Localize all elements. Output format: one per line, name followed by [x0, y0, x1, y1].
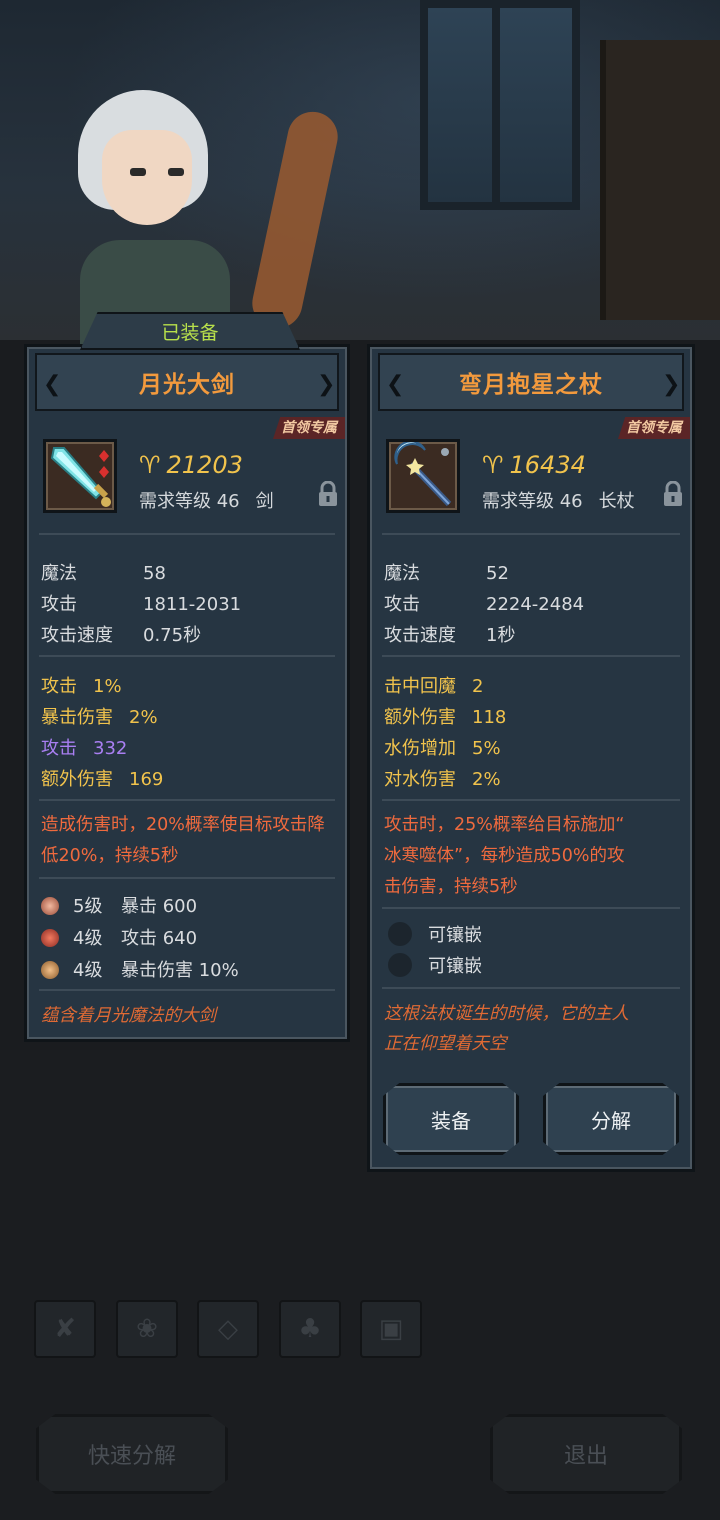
panel-header: ❮ 弯月抱星之杖 ❯ — [378, 353, 684, 411]
item-name: 月光大剑 — [139, 372, 235, 398]
lock-icon[interactable] — [662, 481, 684, 507]
requirement-line: 需求等级 46 剑 — [139, 491, 274, 512]
gold-icon: ♈ — [482, 451, 504, 479]
gem-icon — [41, 929, 59, 947]
empty-socket-icon — [388, 953, 412, 977]
character-scene — [0, 0, 720, 350]
chest-icon: ▣ — [378, 1314, 404, 1344]
category-tab-weapon[interactable]: ✘ — [34, 1300, 96, 1358]
ornament-icon: ❮ — [43, 372, 62, 397]
boss-exclusive-badge: 首领专属 — [618, 417, 690, 439]
flavor-text: 这根法杖诞生的时候，它的主人 正在仰望着天空 — [384, 1004, 629, 1054]
diamond-icon: ◇ — [218, 1314, 238, 1344]
ornament-icon: ❮ — [386, 372, 405, 397]
divider — [382, 533, 680, 535]
gem-row: 5级 暴击 600 — [41, 892, 197, 918]
stat-row: 攻击 1811-2031 — [41, 594, 242, 615]
bonus-row: 击中回魔 2 — [384, 676, 484, 697]
boss-exclusive-badge: 首领专属 — [273, 417, 345, 439]
panel-header: ❮ 月光大剑 ❯ — [35, 353, 339, 411]
stat-row: 魔法 52 — [384, 563, 509, 584]
character-portrait — [60, 90, 343, 350]
stat-row: 魔法 58 — [41, 563, 166, 584]
sword-icon — [43, 439, 117, 513]
weapon-icon: ✘ — [54, 1314, 76, 1344]
equipped-item-panel: ❮ 月光大剑 ❯ 首领专属 ♈ 21203 需求等级 46 剑 魔法 58 攻击 181… — [24, 344, 350, 1042]
divider — [39, 799, 335, 801]
bonus-row: 攻击 1% — [41, 676, 122, 697]
quick-disassemble-button[interactable]: 快速分解 — [36, 1414, 228, 1494]
divider — [39, 533, 335, 535]
bonus-row: 额外伤害 169 — [41, 769, 164, 790]
flavor-text: 蕴含着月光魔法的大剑 — [41, 1006, 216, 1026]
category-tab-pet[interactable]: ❀ — [116, 1300, 178, 1358]
stat-row: 攻击 2224-2484 — [384, 594, 585, 615]
gem-socket: 可镶嵌 — [388, 952, 482, 978]
empty-socket-icon — [388, 922, 412, 946]
background-shelf — [600, 40, 720, 320]
staff-icon — [386, 439, 460, 513]
bonus-row: 暴击伤害 2% — [41, 707, 158, 728]
category-tab-material[interactable]: ♣ — [279, 1300, 341, 1358]
stat-row: 攻击速度 0.75秒 — [41, 625, 202, 646]
item-price: ♈ 21203 — [139, 451, 243, 479]
bonus-row: 对水伤害 2% — [384, 769, 501, 790]
category-tab-gem[interactable]: ◇ — [197, 1300, 259, 1358]
gem-icon — [41, 961, 59, 979]
gem-row: 4级 暴击伤害 10% — [41, 956, 239, 982]
disassemble-button[interactable]: 分解 — [543, 1083, 679, 1155]
ornament-icon: ❯ — [317, 372, 336, 397]
gold-icon: ♈ — [139, 451, 161, 479]
special-effect-text: 攻击时，25%概率给目标施加“ 冰寒噬体”，每秒造成50%的攻 击伤害，持续5秒 — [384, 815, 625, 897]
bonus-row: 攻击 332 — [41, 738, 128, 759]
stat-row: 攻击速度 1秒 — [384, 625, 516, 646]
special-effect-text: 造成伤害时，20%概率使目标攻击降低20%，持续5秒 — [41, 815, 325, 866]
ornament-icon: ❯ — [662, 372, 681, 397]
item-price: ♈ 16434 — [482, 451, 586, 479]
compare-item-panel: ❮ 弯月抱星之杖 ❯ 首领专属 ♈ 16434 需求等级 46 长杖 魔法 52 攻击… — [367, 344, 695, 1172]
divider — [39, 877, 335, 879]
lock-icon[interactable] — [317, 481, 339, 507]
item-name: 弯月抱星之杖 — [459, 372, 603, 398]
paw-icon: ❀ — [136, 1314, 158, 1344]
leaf-icon: ♣ — [298, 1314, 322, 1344]
bonus-row: 水伤增加 5% — [384, 738, 501, 759]
gem-socket: 可镶嵌 — [388, 921, 482, 947]
equip-button[interactable]: 装备 — [383, 1083, 519, 1155]
category-tab-chest[interactable]: ▣ — [360, 1300, 422, 1358]
equipped-label-tab: 已装备 — [80, 312, 300, 350]
gem-row: 4级 攻击 640 — [41, 924, 197, 950]
exit-button[interactable]: 退出 — [490, 1414, 682, 1494]
divider — [382, 799, 680, 801]
divider — [382, 907, 680, 909]
gem-icon — [41, 897, 59, 915]
bonus-row: 额外伤害 118 — [384, 707, 507, 728]
background-window — [420, 0, 580, 210]
divider — [39, 655, 335, 657]
divider — [382, 655, 680, 657]
divider — [39, 989, 335, 991]
requirement-line: 需求等级 46 长杖 — [482, 491, 635, 512]
divider — [382, 987, 680, 989]
